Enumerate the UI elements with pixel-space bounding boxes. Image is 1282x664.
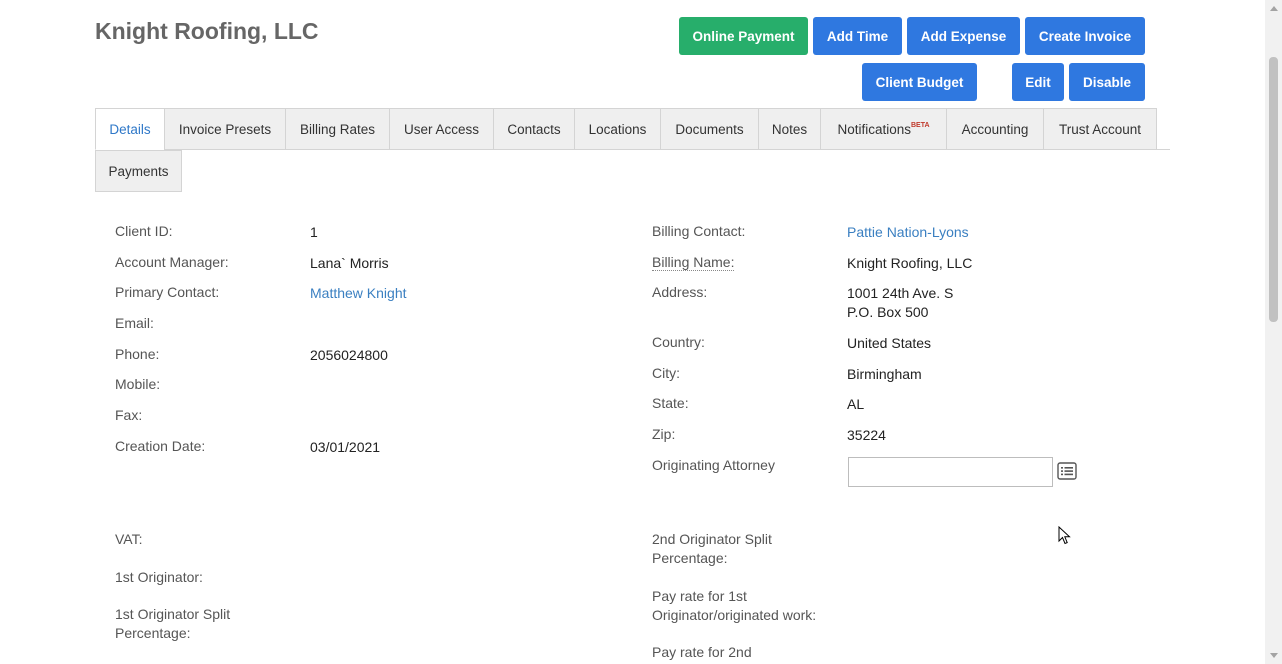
- zip-label: Zip:: [652, 426, 676, 442]
- phone-label: Phone:: [115, 346, 160, 362]
- tab-accounting[interactable]: Accounting: [946, 108, 1044, 150]
- label-line: Percentage:: [115, 625, 191, 641]
- tab-label: Notes: [771, 121, 808, 137]
- account-manager-value: Lana` Morris: [310, 255, 389, 271]
- billing-name-label: Billing Name:: [652, 253, 735, 272]
- primary-contact-link[interactable]: Matthew Knight: [310, 284, 407, 303]
- tab-billing-rates[interactable]: Billing Rates: [285, 108, 390, 150]
- tab-label: Contacts: [507, 121, 561, 137]
- billing-name-value: Knight Roofing, LLC: [847, 255, 973, 271]
- label-line: Originator/originated work:: [652, 607, 817, 623]
- label-line: 1st Originator Split: [115, 606, 231, 622]
- state-label: State:: [652, 395, 689, 411]
- state-value: AL: [847, 396, 865, 412]
- tab-invoice-presets[interactable]: Invoice Presets: [164, 108, 286, 150]
- country-value: United States: [847, 335, 932, 351]
- tab-label: Trust Account: [1058, 121, 1142, 137]
- tab-label: Billing Rates: [299, 121, 376, 137]
- online-payment-button[interactable]: Online Payment: [679, 17, 808, 55]
- address-value: 1001 24th Ave. S P.O. Box 500: [847, 284, 953, 322]
- email-label: Email:: [115, 315, 154, 331]
- tab-label: Details: [109, 121, 151, 137]
- tab-label: Locations: [588, 121, 647, 137]
- tab-contacts[interactable]: Contacts: [493, 108, 575, 150]
- edit-button[interactable]: Edit: [1012, 63, 1064, 101]
- label-line: Percentage:: [652, 550, 728, 566]
- create-invoice-button[interactable]: Create Invoice: [1025, 17, 1145, 55]
- label-line: Pay rate for 1st: [652, 588, 747, 604]
- vat-label: VAT:: [115, 531, 143, 547]
- tab-trust-account[interactable]: Trust Account: [1043, 108, 1157, 150]
- tab-payments[interactable]: Payments: [95, 150, 182, 192]
- city-label: City:: [652, 365, 680, 381]
- originating-attorney-label: Originating Attorney: [652, 457, 775, 473]
- tab-label: Notifications: [837, 121, 911, 137]
- client-budget-button[interactable]: Client Budget: [862, 63, 977, 101]
- city-value: Birmingham: [847, 366, 922, 382]
- account-manager-label: Account Manager:: [115, 254, 229, 270]
- page-title: Knight Roofing, LLC: [95, 18, 319, 44]
- address-label: Address:: [652, 284, 708, 300]
- vertical-scrollbar[interactable]: [1265, 0, 1282, 664]
- tab-label: Payments: [108, 163, 169, 179]
- first-originator-split-label: 1st Originator Split Percentage:: [115, 605, 230, 643]
- tab-documents[interactable]: Documents: [660, 108, 759, 150]
- billing-contact-link[interactable]: Pattie Nation-Lyons: [847, 223, 969, 242]
- list-picker-icon[interactable]: [1057, 462, 1077, 480]
- address-line-2: P.O. Box 500: [847, 304, 929, 320]
- scroll-up-arrow-icon[interactable]: [1270, 6, 1278, 11]
- tab-notifications[interactable]: Notifications BETA: [820, 108, 947, 150]
- phone-value: 2056024800: [310, 347, 388, 363]
- tab-details[interactable]: Details: [95, 108, 165, 150]
- country-label: Country:: [652, 334, 705, 350]
- pay-rate-first-originator-label: Pay rate for 1st Originator/originated w…: [652, 587, 816, 625]
- fax-label: Fax:: [115, 407, 143, 423]
- tab-label: Invoice Presets: [178, 121, 272, 137]
- mouse-cursor-icon: [1058, 526, 1071, 545]
- disable-button[interactable]: Disable: [1069, 63, 1145, 101]
- primary-contact-label: Primary Contact:: [115, 284, 220, 300]
- address-line-1: 1001 24th Ave. S: [847, 285, 954, 301]
- client-id-value: 1: [310, 224, 318, 240]
- billing-name-label-text: Billing Name:: [652, 254, 735, 271]
- tab-locations[interactable]: Locations: [574, 108, 661, 150]
- zip-value: 35224: [847, 427, 886, 443]
- tab-user-access[interactable]: User Access: [389, 108, 494, 150]
- client-id-label: Client ID:: [115, 223, 173, 239]
- mobile-label: Mobile:: [115, 376, 161, 392]
- tab-label: Documents: [675, 121, 744, 137]
- tab-notes[interactable]: Notes: [758, 108, 821, 150]
- add-time-button[interactable]: Add Time: [813, 17, 902, 55]
- creation-date-label: Creation Date:: [115, 438, 206, 454]
- add-expense-button[interactable]: Add Expense: [907, 17, 1020, 55]
- first-originator-label: 1st Originator:: [115, 569, 203, 585]
- label-line: 2nd Originator Split: [652, 531, 772, 547]
- scroll-down-arrow-icon[interactable]: [1270, 653, 1278, 658]
- scrollbar-thumb[interactable]: [1269, 57, 1278, 322]
- tab-label: Accounting: [961, 121, 1029, 137]
- billing-contact-label: Billing Contact:: [652, 223, 746, 239]
- tab-label: User Access: [403, 121, 480, 137]
- second-originator-split-label: 2nd Originator Split Percentage:: [652, 530, 772, 568]
- creation-date-value: 03/01/2021: [310, 439, 381, 455]
- originating-attorney-input[interactable]: [848, 457, 1053, 487]
- pay-rate-second-originator-label: Pay rate for 2nd: [652, 644, 752, 660]
- beta-badge: BETA: [911, 121, 930, 129]
